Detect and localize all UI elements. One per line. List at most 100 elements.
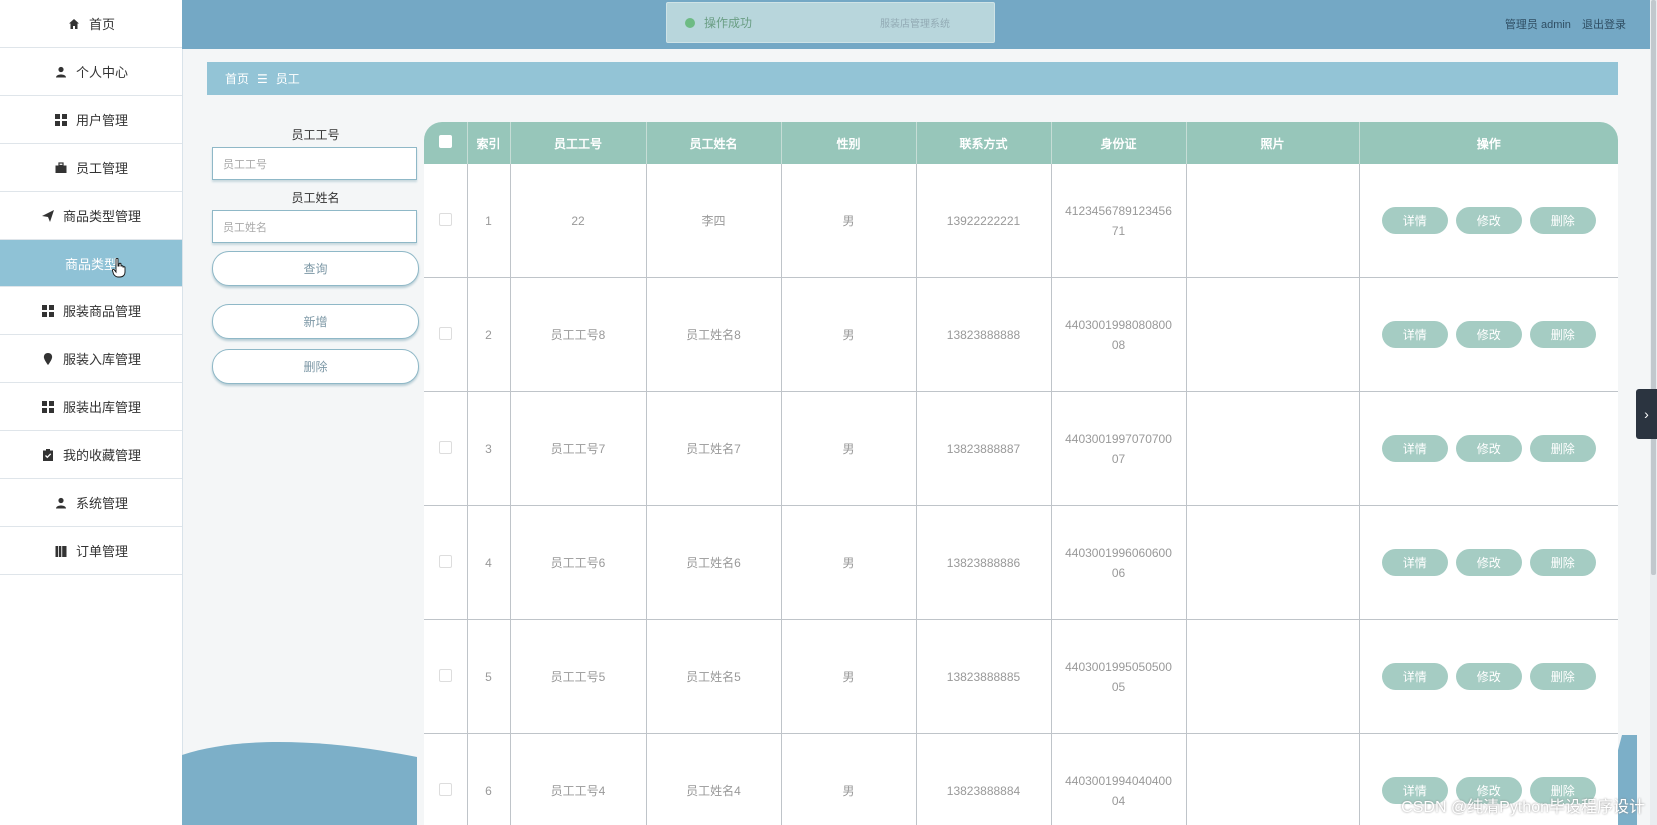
- sidebar-item-system-management[interactable]: 系统管理: [0, 479, 182, 527]
- sidebar-item-label: 首页: [88, 17, 115, 32]
- query-button[interactable]: 查询: [212, 251, 419, 286]
- id-card-line-2: 04: [1111, 793, 1126, 808]
- column-header-gender: 性别: [781, 122, 917, 164]
- sidebar-item-product-type[interactable]: 商品类型: [0, 240, 182, 287]
- cell-actions: 详情 修改 删除: [1359, 619, 1618, 734]
- search-panel: 员工工号 员工工号 员工姓名 员工姓名 查询 新增 删除: [212, 128, 419, 384]
- cell-emp-no: 员工工号7: [510, 391, 647, 506]
- row-checkbox[interactable]: [438, 212, 452, 226]
- delete-button[interactable]: 删除: [1529, 549, 1596, 576]
- row-checkbox[interactable]: [438, 326, 452, 340]
- cell-emp-name: 员工姓名5: [646, 619, 782, 734]
- edit-button[interactable]: 修改: [1455, 321, 1522, 348]
- cell-index: 4: [467, 505, 511, 620]
- sidebar-item-user-management[interactable]: 用户管理: [0, 96, 182, 144]
- sidebar-item-label: 服装出库管理: [62, 400, 141, 415]
- row-checkbox[interactable]: [438, 554, 452, 568]
- cell-gender: 男: [781, 733, 917, 825]
- cell-photo: [1186, 164, 1360, 278]
- scrollbar-thumb[interactable]: [1651, 0, 1656, 575]
- detail-button[interactable]: 详情: [1381, 663, 1448, 690]
- table-header-row: 索引 员工工号 员工姓名 性别 联系方式 身份证 照片 操作: [424, 122, 1618, 164]
- chevron-right-icon[interactable]: ›: [1636, 389, 1657, 439]
- edit-button[interactable]: 修改: [1455, 435, 1522, 462]
- grid-icon: [54, 113, 68, 127]
- sidebar-item-clothing-products[interactable]: 服装商品管理: [0, 287, 182, 335]
- add-button[interactable]: 新增: [212, 304, 419, 339]
- cell-emp-name: 员工姓名4: [646, 733, 782, 825]
- edit-button[interactable]: 修改: [1455, 549, 1522, 576]
- select-all-cell[interactable]: [424, 122, 468, 164]
- delete-button[interactable]: 删除: [1529, 207, 1596, 234]
- toast-message: 操作成功: [704, 16, 753, 30]
- sidebar-item-home[interactable]: 首页: [0, 0, 182, 48]
- row-checkbox[interactable]: [438, 440, 452, 454]
- column-header-phone: 联系方式: [916, 122, 1052, 164]
- sidebar-item-order-management[interactable]: 订单管理: [0, 527, 182, 575]
- detail-button[interactable]: 详情: [1381, 321, 1448, 348]
- cell-photo: [1186, 277, 1360, 392]
- cell-photo: [1186, 733, 1360, 825]
- select-all-checkbox[interactable]: [438, 135, 452, 148]
- column-header-actions: 操作: [1359, 122, 1618, 164]
- cell-index: 1: [467, 164, 511, 278]
- cell-id-card: 4123456789123456 71: [1051, 164, 1187, 278]
- cell-id-card: 4403001996060600 06: [1051, 505, 1187, 620]
- sidebar-item-label: 服装入库管理: [62, 352, 141, 367]
- cell-index: 5: [467, 619, 511, 734]
- cell-phone: 13823888887: [916, 391, 1052, 506]
- delete-button[interactable]: 删除: [1529, 663, 1596, 690]
- id-card-line-2: 08: [1111, 337, 1126, 352]
- user-icon: [54, 496, 68, 510]
- row-select-cell: [424, 619, 468, 734]
- table-row: 3 员工工号7 员工姓名7 男 13823888887 440300199707…: [424, 391, 1618, 506]
- row-select-cell: [424, 505, 468, 620]
- id-card-line-2: 06: [1111, 565, 1126, 580]
- batch-delete-button[interactable]: 删除: [212, 349, 419, 384]
- breadcrumb-home[interactable]: 首页: [225, 70, 249, 87]
- edit-button[interactable]: 修改: [1455, 663, 1522, 690]
- logout-link[interactable]: 退出登录: [1582, 19, 1626, 31]
- cell-id-card: 4403001994040400 04: [1051, 733, 1187, 825]
- row-checkbox[interactable]: [438, 668, 452, 682]
- sidebar-item-label: 我的收藏管理: [62, 448, 141, 463]
- detail-button[interactable]: 详情: [1381, 207, 1448, 234]
- delete-button[interactable]: 删除: [1529, 435, 1596, 462]
- cell-gender: 男: [781, 619, 917, 734]
- emp-name-label: 员工姓名: [291, 191, 340, 205]
- grid-icon: [41, 400, 55, 414]
- briefcase-icon: [54, 161, 68, 175]
- clipboard-check-icon: [41, 448, 55, 462]
- watermark: CSDN @纯清Python毕设程序设计: [1401, 799, 1645, 816]
- emp-name-input[interactable]: 员工姓名: [212, 210, 417, 243]
- sidebar-item-label: 个人中心: [75, 65, 128, 80]
- sidebar-item-stock-in[interactable]: 服装入库管理: [0, 335, 182, 383]
- cell-actions: 详情 修改 删除: [1359, 164, 1618, 278]
- detail-button[interactable]: 详情: [1381, 549, 1448, 576]
- sidebar-item-label: 员工管理: [75, 161, 128, 176]
- cell-gender: 男: [781, 164, 917, 278]
- breadcrumb: 首页 ☰ 员工: [207, 62, 1618, 95]
- cell-id-card: 4403001997070700 07: [1051, 391, 1187, 506]
- id-card-line-1: 4123456789123456: [1065, 203, 1172, 218]
- row-checkbox[interactable]: [438, 782, 452, 796]
- id-card-line-1: 4403001995050500: [1065, 659, 1172, 674]
- sidebar-item-stock-out[interactable]: 服装出库管理: [0, 383, 182, 431]
- emp-no-input[interactable]: 员工工号: [212, 147, 417, 180]
- user-icon: [54, 65, 68, 79]
- hand-cursor-icon: [112, 258, 126, 278]
- table-row: 5 员工工号5 员工姓名5 男 13823888885 440300199505…: [424, 619, 1618, 734]
- column-header-id-card: 身份证: [1051, 122, 1187, 164]
- cell-phone: 13922222221: [916, 164, 1052, 278]
- delete-button[interactable]: 删除: [1529, 321, 1596, 348]
- id-card-line-2: 07: [1111, 451, 1126, 466]
- sidebar-item-product-type-management[interactable]: 商品类型管理: [0, 192, 182, 240]
- edit-button[interactable]: 修改: [1455, 207, 1522, 234]
- sidebar-item-employee-management[interactable]: 员工管理: [0, 144, 182, 192]
- sidebar-item-favorites[interactable]: 我的收藏管理: [0, 431, 182, 479]
- detail-button[interactable]: 详情: [1381, 435, 1448, 462]
- home-icon: [67, 17, 81, 31]
- emp-no-label: 员工工号: [291, 128, 340, 142]
- cell-photo: [1186, 505, 1360, 620]
- sidebar-item-personal-center[interactable]: 个人中心: [0, 48, 182, 96]
